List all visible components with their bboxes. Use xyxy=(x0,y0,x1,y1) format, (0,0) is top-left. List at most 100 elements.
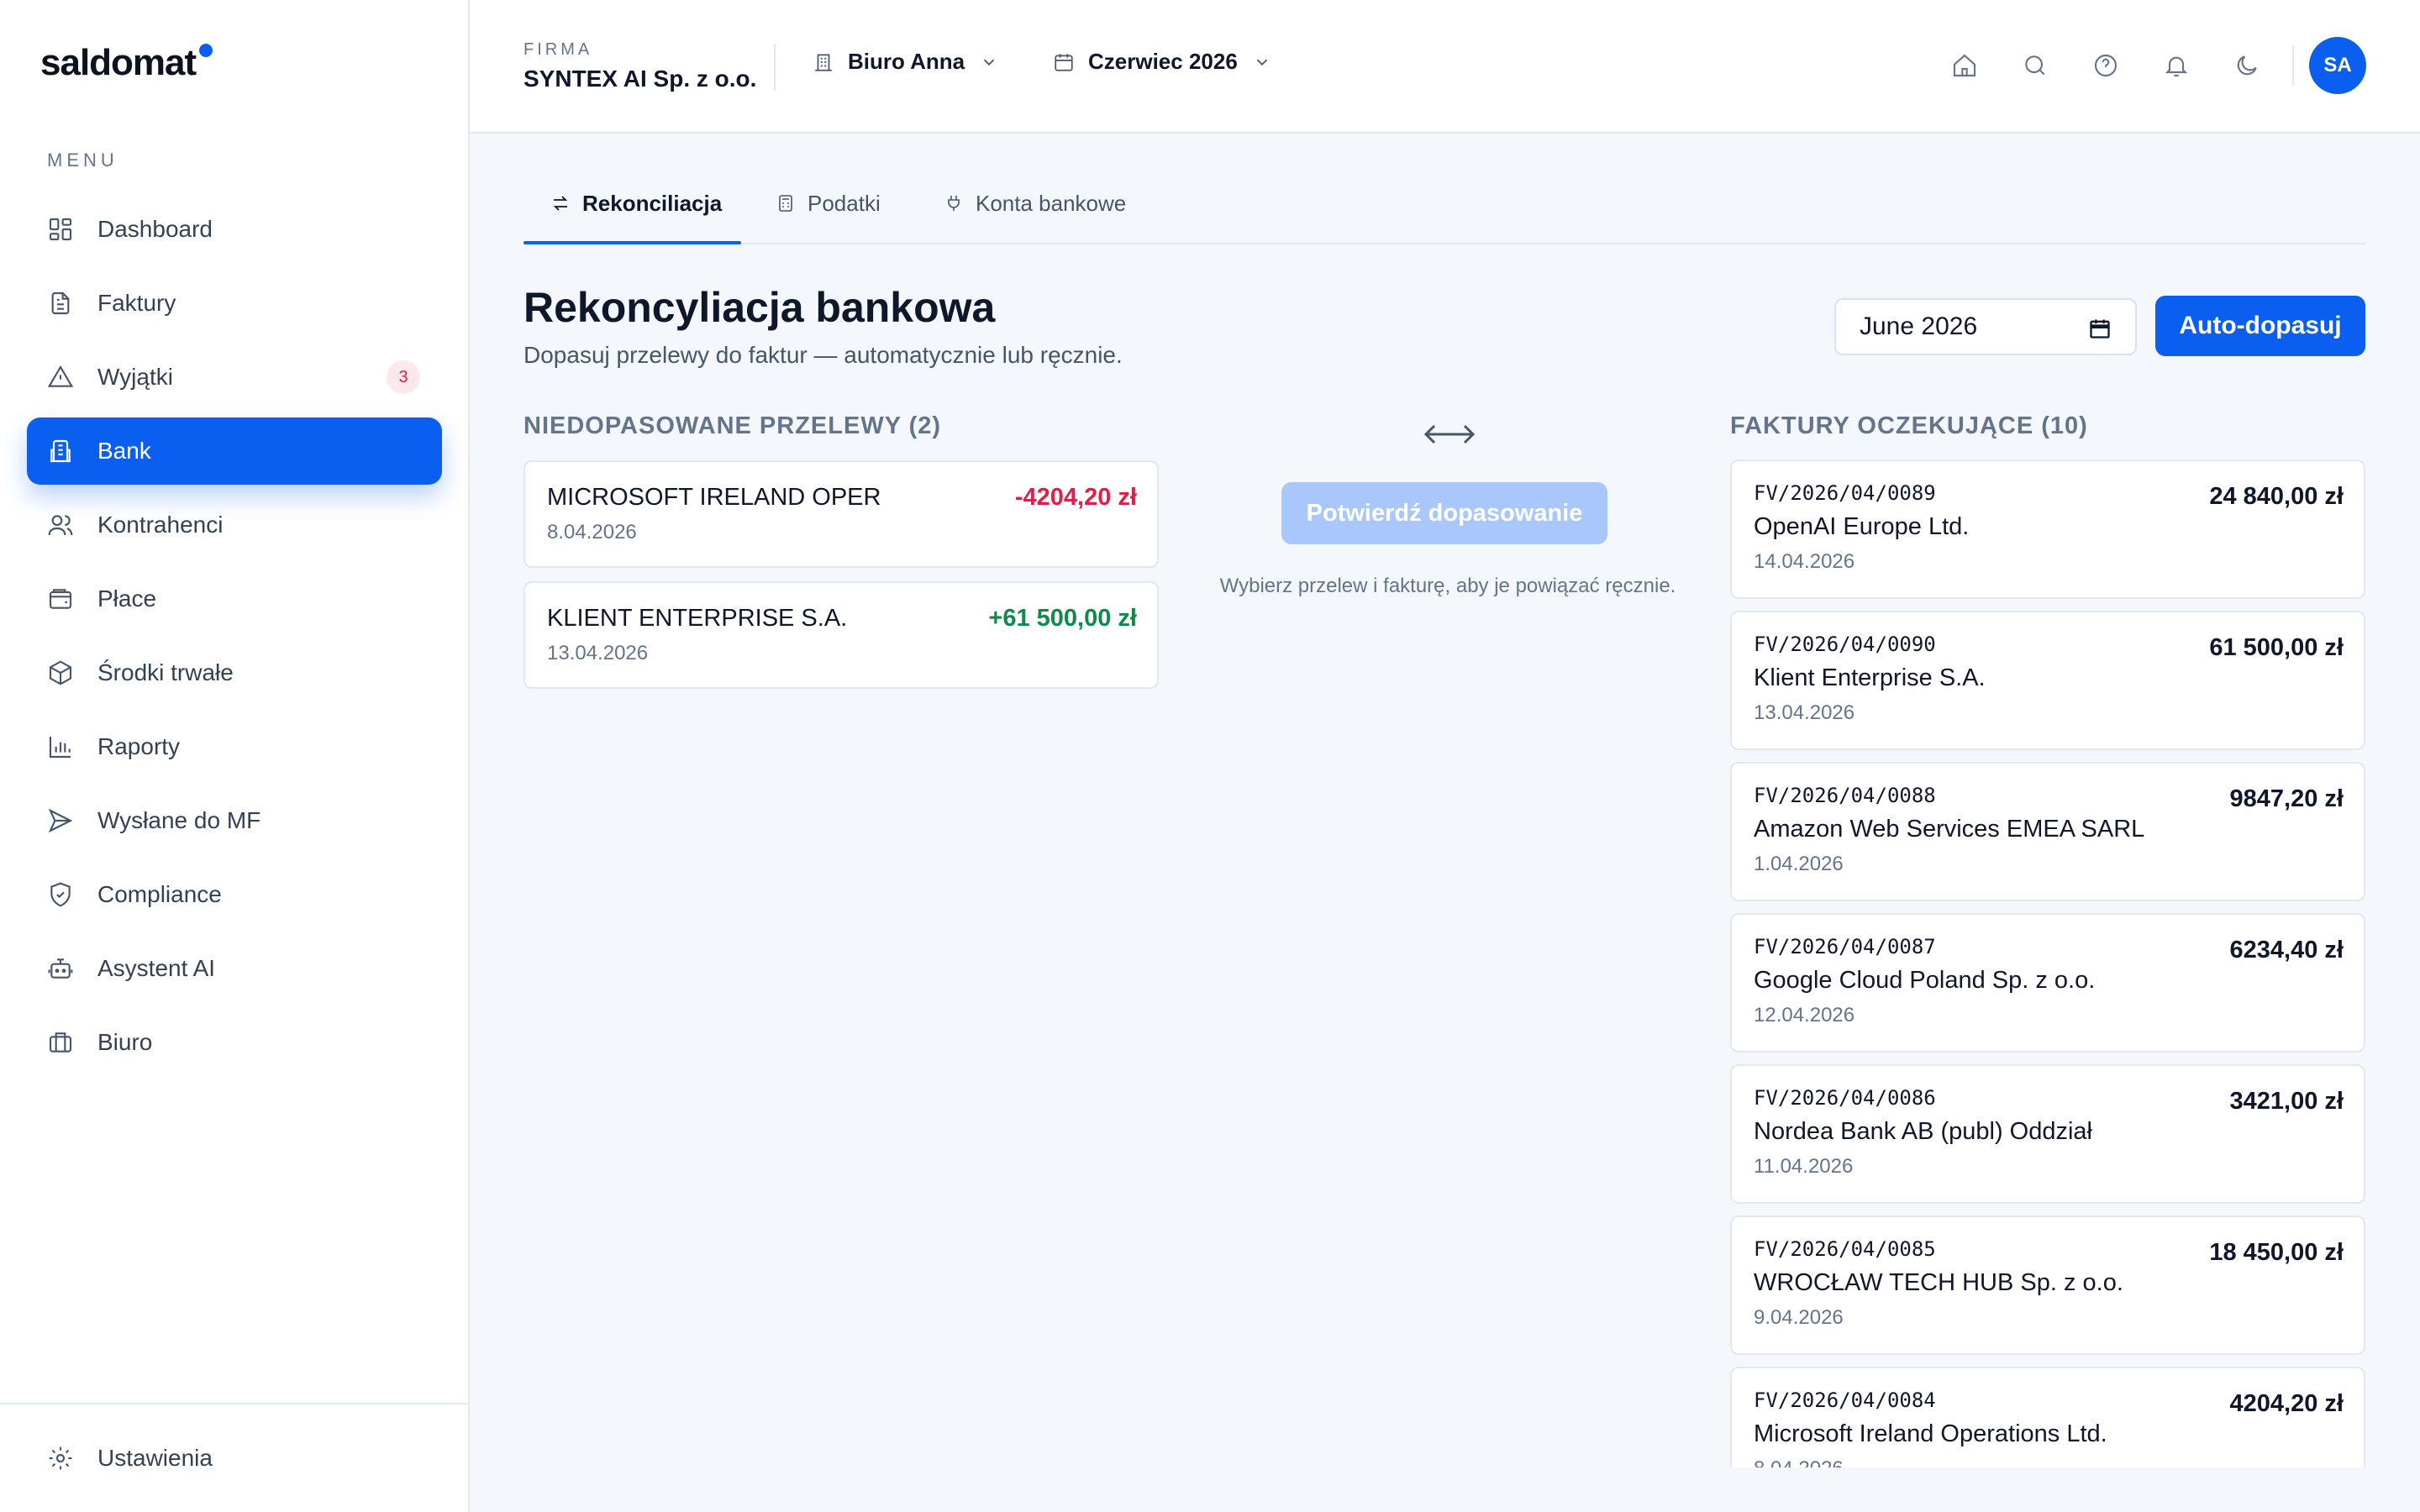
sidebar-item-compliance[interactable]: Compliance xyxy=(27,861,442,928)
invoice-number: FV/2026/04/0084 xyxy=(1754,1389,1936,1412)
sidebar-item-place[interactable]: Płace xyxy=(27,565,442,633)
sidebar-item-wyjatki[interactable]: Wyjątki 3 xyxy=(27,344,442,411)
sidebar-item-srodki-trwale[interactable]: Środki trwałe xyxy=(27,639,442,706)
invoice-amount: 24 840,00 zł xyxy=(2209,483,2344,510)
invoice-amount: 6234,40 zł xyxy=(2229,937,2344,963)
invoice-contractor: OpenAI Europe Ltd. xyxy=(1754,513,1970,540)
sidebar-item-asystent-ai[interactable]: Asystent AI xyxy=(27,935,442,1002)
invoice-amount: 4204,20 zł xyxy=(2229,1390,2344,1417)
avatar[interactable]: SA xyxy=(2309,37,2366,94)
briefcase-icon xyxy=(47,1029,74,1056)
sidebar-item-wyslane-do-mf[interactable]: Wysłane do MF xyxy=(27,787,442,854)
invoice-number: FV/2026/04/0086 xyxy=(1754,1086,1936,1110)
topbar: FIRMA SYNTEX AI Sp. z o.o. Biuro Anna Cz… xyxy=(470,0,2420,134)
menu-heading: MENU xyxy=(47,150,118,171)
sidebar-item-label: Wyjątki xyxy=(97,364,173,390)
sidebar-item-faktury[interactable]: Faktury xyxy=(27,270,442,337)
transfer-amount: +61 500,00 zł xyxy=(988,605,1137,632)
swap-icon xyxy=(553,196,568,211)
period-selector[interactable]: Czerwiec 2026 xyxy=(1053,49,1271,75)
invoice-card[interactable]: FV/2026/04/0084 Microsoft Ireland Operat… xyxy=(1730,1367,2365,1467)
invoice-list[interactable]: FV/2026/04/0089 OpenAI Europe Ltd. 14.04… xyxy=(1730,459,2365,1467)
exceptions-count-badge: 3 xyxy=(387,360,420,394)
invoice-card[interactable]: FV/2026/04/0085 WROCŁAW TECH HUB Sp. z o… xyxy=(1730,1215,2365,1355)
box-icon xyxy=(47,659,74,686)
tab-konta-bankowe[interactable]: Konta bankowe xyxy=(944,181,1126,243)
invoice-number: FV/2026/04/0090 xyxy=(1754,633,1936,656)
invoice-date: 9.04.2026 xyxy=(1754,1306,1844,1329)
invoice-number: FV/2026/04/0089 xyxy=(1754,481,1936,505)
moon-icon[interactable] xyxy=(2233,52,2260,79)
auto-match-button[interactable]: Auto-dopasuj xyxy=(2155,296,2365,356)
sidebar-nav: Dashboard Faktury Wyjątki 3 Bank Kontrah… xyxy=(27,196,442,1083)
invoice-contractor: Klient Enterprise S.A. xyxy=(1754,664,1986,691)
transfer-name: MICROSOFT IRELAND OPER xyxy=(547,484,881,511)
transfer-date: 13.04.2026 xyxy=(547,642,649,664)
sidebar-item-label: Środki trwałe xyxy=(97,659,234,685)
brand-name: saldomat xyxy=(40,42,197,83)
invoice-date: 11.04.2026 xyxy=(1754,1155,1854,1178)
sidebar-item-label: Kontrahenci xyxy=(97,512,224,538)
tab-label: Konta bankowe xyxy=(976,191,1127,216)
wallet-icon xyxy=(47,585,74,612)
sidebar-item-label: Asystent AI xyxy=(97,955,216,981)
invoice-date: 1.04.2026 xyxy=(1754,853,1844,875)
tab-rekonciliacja[interactable]: Rekonciliacja xyxy=(523,181,741,244)
invoice-card[interactable]: FV/2026/04/0089 OpenAI Europe Ltd. 14.04… xyxy=(1730,459,2365,599)
period-selector-label: Czerwiec 2026 xyxy=(1088,49,1238,74)
calendar-icon xyxy=(1055,53,1073,71)
chevron-down-icon xyxy=(1256,59,1267,66)
sidebar-item-label: Wysłane do MF xyxy=(97,807,261,833)
sidebar-item-kontrahenci[interactable]: Kontrahenci xyxy=(27,491,442,559)
tab-label: Rekonciliacja xyxy=(582,191,723,216)
sidebar-item-dashboard[interactable]: Dashboard xyxy=(27,196,442,263)
sidebar-item-label: Dashboard xyxy=(97,216,213,242)
sidebar-footer: Ustawienia xyxy=(0,1403,468,1512)
invoice-date: 8.04.2026 xyxy=(1754,1457,1844,1467)
invoice-amount: 18 450,00 zł xyxy=(2209,1239,2344,1266)
brand-logo[interactable]: saldomat xyxy=(40,42,213,92)
invoice-contractor: Nordea Bank AB (publ) Oddział xyxy=(1754,1118,2092,1145)
invoice-number: FV/2026/04/0087 xyxy=(1754,935,1936,958)
topbar-divider xyxy=(2292,45,2294,86)
shield-icon xyxy=(47,881,74,908)
match-hint: Wybierz przelew i fakturę, aby je powiąz… xyxy=(1219,575,1676,597)
users-icon xyxy=(47,512,74,538)
sidebar-item-label: Faktury xyxy=(97,290,176,316)
sidebar-item-raporty[interactable]: Raporty xyxy=(27,713,442,780)
calendar-icon[interactable] xyxy=(2088,317,2112,340)
sidebar-item-bank[interactable]: Bank xyxy=(27,417,442,485)
invoice-amount: 9847,20 zł xyxy=(2229,785,2344,812)
warning-icon xyxy=(47,364,74,391)
send-icon xyxy=(47,807,74,834)
month-picker[interactable]: June 2026 xyxy=(1834,298,2137,355)
chevron-down-icon xyxy=(983,59,995,66)
transfer-date: 8.04.2026 xyxy=(547,521,637,543)
home-icon[interactable] xyxy=(1951,52,1978,79)
transfer-card[interactable]: MICROSOFT IRELAND OPER 8.04.2026 -4204,2… xyxy=(523,460,1159,568)
transfer-name: KLIENT ENTERPRISE S.A. xyxy=(547,605,848,632)
main-area: FIRMA SYNTEX AI Sp. z o.o. Biuro Anna Cz… xyxy=(470,0,2420,1512)
invoice-date: 14.04.2026 xyxy=(1754,550,1855,573)
topbar-actions: SA xyxy=(1951,37,2366,94)
page-title: Rekoncyliacja bankowa xyxy=(523,284,996,331)
office-selector[interactable]: Biuro Anna xyxy=(813,49,998,75)
sidebar-item-label: Biuro xyxy=(97,1029,153,1055)
sidebar-item-biuro[interactable]: Biuro xyxy=(27,1009,442,1076)
invoice-date: 13.04.2026 xyxy=(1754,701,1855,724)
invoice-card[interactable]: FV/2026/04/0090 Klient Enterprise S.A. 1… xyxy=(1730,611,2365,750)
pending-invoices-heading: FAKTURY OCZEKUJĄCE (10) xyxy=(1730,412,2088,439)
invoice-card[interactable]: FV/2026/04/0087 Google Cloud Poland Sp. … xyxy=(1730,913,2365,1053)
transfer-card[interactable]: KLIENT ENTERPRISE S.A. 13.04.2026 +61 50… xyxy=(523,581,1159,689)
bell-icon[interactable] xyxy=(2163,52,2190,79)
help-icon[interactable] xyxy=(2092,52,2119,79)
chart-icon xyxy=(47,733,74,760)
sidebar-item-settings[interactable]: Ustawienia xyxy=(27,1425,442,1492)
reconciliation-page: Rekonciliacja Podatki Konta bankowe Reko… xyxy=(523,134,2365,1467)
confirm-match-button[interactable]: Potwierdź dopasowanie xyxy=(1281,482,1607,544)
tab-podatki[interactable]: Podatki xyxy=(776,181,881,243)
invoice-card[interactable]: FV/2026/04/0088 Amazon Web Services EMEA… xyxy=(1730,762,2365,901)
invoice-card[interactable]: FV/2026/04/0086 Nordea Bank AB (publ) Od… xyxy=(1730,1064,2365,1204)
search-icon[interactable] xyxy=(2022,52,2049,79)
sidebar-item-label: Compliance xyxy=(97,881,222,907)
